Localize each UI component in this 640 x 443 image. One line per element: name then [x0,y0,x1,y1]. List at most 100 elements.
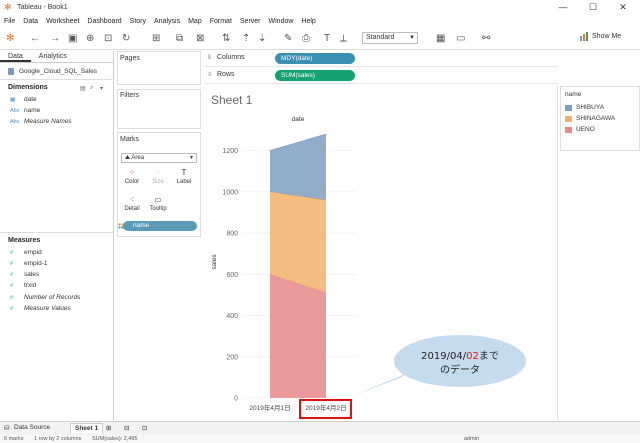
number-icon: # [10,271,14,278]
pause-updates-icon[interactable]: ⊡ [104,32,112,46]
number-icon: # [10,282,14,289]
field-trxid[interactable]: # trxid [10,282,36,289]
swap-rows-columns-icon[interactable]: ⇅ [222,32,230,46]
abc-icon: Abc [10,107,20,114]
legend-item-shibuya[interactable]: SHIBUYA [565,104,604,111]
show-me-icon[interactable] [580,32,589,41]
sort-descending-icon[interactable]: ⇣ [258,32,266,46]
columns-pill[interactable]: MDY(date) [275,53,355,64]
menu-dashboard[interactable]: Dashboard [87,18,121,25]
field-measure-values[interactable]: # Measure Values [10,305,71,312]
color-name-pill[interactable]: name [123,221,197,231]
field-date[interactable]: ▦ date [10,96,37,103]
divider [0,79,114,80]
size-button[interactable]: ◌ Size [146,167,170,191]
legend-item-shinagawa[interactable]: SHINAGAWA [565,115,615,122]
menu-bar: File Data Worksheet Dashboard Story Anal… [0,15,640,28]
fit-select[interactable]: Standard ▼ [362,32,418,44]
menu-server[interactable]: Server [240,18,261,25]
new-datasource-icon[interactable]: ⊕ [86,32,94,46]
tab-data-source[interactable]: Data Source [14,424,50,431]
title-bar: ✻ Tableau - Book1 [0,0,640,15]
data-pane: Data Analytics Google_Cloud_SQL_Sales Di… [0,51,114,420]
save-icon[interactable]: ▣ [68,32,77,46]
clear-sheet-icon[interactable]: ⊠ [196,32,204,46]
fix-axes-icon[interactable]: ⟂ [340,32,347,46]
close-button[interactable]: ✕ [608,0,638,15]
legend-item-ueno[interactable]: UENO [565,126,595,133]
highlight-icon[interactable]: ✎ [284,32,292,46]
label-button[interactable]: T Label [172,167,196,191]
field-empid[interactable]: # empid [10,249,42,256]
legend-swatch [565,104,572,111]
legend-title: name [565,91,582,98]
field-number-of-records[interactable]: # Number of Records [10,294,80,301]
color-button[interactable]: ⁘ Color [120,167,144,191]
chevron-down-icon[interactable]: ▾ [100,85,103,92]
field-measure-names[interactable]: Abc Measure Names [10,118,72,125]
toolbar: ✻ ← → ▣ ⊕ ⊡ ↻ ⊞ ⧉ ⊠ ⇅ ⇡ ⇣ ✎ ⎙ T ⟂ ▦ ▭ ⚯ [0,28,640,50]
field-empid-1[interactable]: # empid-1 [10,260,47,267]
menu-story[interactable]: Story [130,18,146,25]
tooltip-icon: ▭ [154,195,162,204]
pages-label: Pages [120,55,140,62]
detail-button[interactable]: ⁖ Detail [120,194,144,218]
size-icon: ◌ [155,168,161,177]
mark-type-select[interactable]: ⛰ Area ▼ [121,153,197,163]
datasource-item[interactable]: Google_Cloud_SQL_Sales [8,68,97,75]
refresh-icon[interactable]: ↻ [122,32,130,46]
view-options-icon[interactable]: ▤ [80,85,86,92]
menu-window[interactable]: Window [269,18,294,25]
redo-icon[interactable]: → [50,32,60,46]
menu-help[interactable]: Help [301,18,315,25]
fit-select-value: Standard [366,34,395,41]
new-story-icon[interactable]: ⊡ [142,424,147,432]
show-mark-labels-icon[interactable]: T [324,32,330,46]
rows-shelf[interactable]: ≡ Rows SUM(sales) [205,68,558,84]
number-icon: # [10,294,14,301]
tab-analytics[interactable]: Analytics [31,51,75,62]
number-icon: # [10,260,14,267]
tab-sheet-1[interactable]: Sheet 1 [70,423,104,433]
menu-analysis[interactable]: Analysis [154,18,180,25]
undo-icon[interactable]: ← [30,32,40,46]
presentation-mode-icon[interactable]: ▭ [456,32,465,46]
abc-icon: Abc [10,118,20,125]
field-sales[interactable]: # sales [10,271,39,278]
new-worksheet-icon[interactable]: ⊞ [152,32,160,46]
columns-shelf[interactable]: ⦀ Columns MDY(date) [205,51,558,67]
rows-pill[interactable]: SUM(sales) [275,70,355,81]
field-name[interactable]: Abc name [10,107,40,114]
tooltip-button[interactable]: ▭ Tooltip [146,194,170,218]
new-dashboard-icon[interactable]: ⊟ [124,424,129,432]
duplicate-sheet-icon[interactable]: ⧉ [176,32,183,46]
menu-worksheet[interactable]: Worksheet [46,18,79,25]
show-me-button[interactable]: Show Me [592,33,621,40]
number-icon: # [10,249,14,256]
marks-label: Marks [120,136,140,143]
new-worksheet-icon[interactable]: ⊞ [106,424,111,432]
worksheet-view: Sheet 1 [205,86,558,420]
menu-data[interactable]: Data [23,18,38,25]
cards-pane: Pages Filters Marks ⛰ Area ▼ ⁘ Color ◌ S… [115,51,203,420]
datasource-icon: ⛁ [4,425,10,432]
sort-ascending-icon[interactable]: ⇡ [242,32,250,46]
show-cards-icon[interactable]: ▦ [436,32,445,46]
tab-data[interactable]: Data [0,51,31,62]
columns-icon: ⦀ [208,55,211,61]
menu-file[interactable]: File [4,18,15,25]
minimize-button[interactable]: — [548,0,578,15]
status-rows: 1 row by 2 columns [34,436,82,442]
datasource-label: Google_Cloud_SQL_Sales [19,68,98,75]
color-legend: name SHIBUYA SHINAGAWA UENO [560,86,640,151]
tableau-home-icon[interactable]: ✻ [6,32,14,46]
menu-map[interactable]: Map [188,18,202,25]
share-icon[interactable]: ⚯ [482,32,490,46]
sheet-title[interactable]: Sheet 1 [211,93,252,107]
search-icon[interactable]: ⌕ [90,85,93,92]
maximize-button[interactable]: ☐ [578,0,608,15]
group-members-icon[interactable]: ⎙ [302,32,310,46]
rows-icon: ≡ [208,72,212,78]
status-bar: 6 marks 1 row by 2 columns SUM(sales): 2… [0,435,640,443]
menu-format[interactable]: Format [210,18,232,25]
